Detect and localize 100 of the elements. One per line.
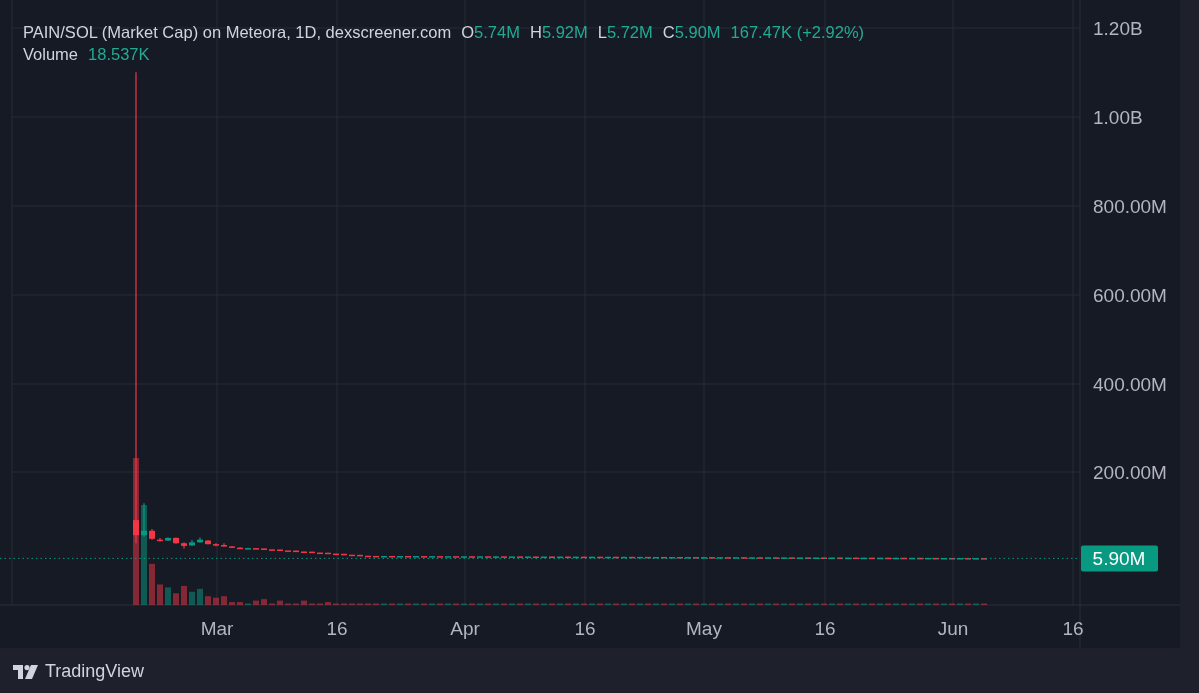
candlestick (429, 555, 435, 558)
candlestick (373, 555, 379, 558)
price-axis-label: 400.00M (1093, 374, 1167, 395)
candlestick (645, 556, 651, 559)
candlestick (741, 556, 747, 559)
time-axis-label: Apr (450, 618, 480, 639)
candlestick (845, 557, 851, 560)
candlestick (789, 556, 795, 559)
volume-bar (197, 588, 203, 605)
price-axis-label: 1.00B (1093, 107, 1143, 128)
time-axis-label: May (686, 618, 722, 639)
candlestick (637, 556, 643, 559)
time-axis-label: 16 (814, 618, 836, 639)
candlestick (701, 556, 707, 559)
candlestick (917, 557, 923, 560)
candlestick (957, 557, 963, 560)
candlestick (469, 555, 475, 558)
volume-bar (189, 591, 195, 605)
price-change: 167.47K (+2.92%) (730, 23, 865, 42)
candlestick (605, 556, 611, 559)
candlestick (573, 556, 579, 559)
candlestick (285, 549, 291, 552)
price-axis-label: 600.00M (1093, 285, 1167, 306)
candlestick (381, 555, 387, 558)
candlestick (213, 542, 219, 547)
volume-bar (253, 600, 259, 605)
candlestick (621, 556, 627, 559)
ohlc-value: 5.72M (606, 23, 653, 42)
candlestick (389, 555, 395, 558)
candlestick (165, 536, 171, 542)
candlestick (589, 556, 595, 559)
candlestick (693, 556, 699, 559)
candlestick (973, 557, 979, 560)
ohlc-value: 5.74M (474, 23, 520, 42)
candlestick (709, 556, 715, 559)
candlestick (981, 557, 987, 560)
volume-bar (205, 596, 211, 605)
candlestick (445, 555, 451, 558)
volume-label: Volume (23, 45, 79, 64)
candlestick (885, 557, 891, 560)
candlestick (237, 546, 243, 550)
price-axis-label: 1.20B (1093, 18, 1143, 39)
candlestick (309, 551, 315, 554)
chart-title: PAIN/SOL (Market Cap) on Meteora, 1D, dexscreener.com (23, 23, 452, 42)
candlestick (557, 556, 563, 559)
candlestick (685, 556, 691, 559)
volume-bar (213, 597, 219, 605)
candlestick (837, 557, 843, 560)
candlestick (485, 555, 491, 558)
candlestick (437, 555, 443, 558)
candlestick (893, 557, 899, 560)
candlestick (181, 541, 187, 550)
candlestick (261, 547, 267, 550)
price-axis-label: 200.00M (1093, 462, 1167, 483)
candlestick (413, 555, 419, 558)
volume-bar (229, 602, 235, 605)
volume-bar (277, 600, 283, 605)
candlestick (341, 553, 347, 556)
candlestick (293, 550, 299, 553)
ohlc-label: L (597, 23, 607, 42)
time-axis-label: 16 (574, 618, 596, 639)
candlestick (533, 555, 539, 558)
candlestick (221, 542, 227, 548)
candlestick (669, 556, 675, 559)
ohlc-label: H (529, 23, 542, 42)
candlestick (453, 555, 459, 558)
candlestick (173, 536, 179, 545)
candlestick (597, 556, 603, 559)
ohlc-value: 5.90M (674, 23, 721, 42)
candlestick (549, 555, 555, 559)
candlestick (965, 557, 971, 560)
volume-bar (165, 587, 171, 605)
candlestick (765, 556, 771, 559)
candlestick (205, 539, 211, 546)
candlestick (141, 502, 147, 538)
candlestick (829, 557, 835, 560)
candlestick (725, 556, 731, 559)
candlestick (525, 555, 531, 558)
candlestick (357, 554, 363, 557)
volume-bar (237, 602, 243, 605)
time-axis-label: Jun (937, 618, 969, 639)
candlestick (317, 551, 323, 555)
time-axis-label: Mar (200, 618, 234, 639)
candlestick (421, 555, 427, 558)
candlestick (781, 556, 787, 559)
candlestick (245, 547, 251, 550)
candlestick (821, 556, 827, 559)
candlestick (853, 557, 859, 560)
candlestick (325, 552, 331, 555)
candlestick (157, 537, 163, 543)
candlestick (149, 528, 155, 541)
candlestick (301, 550, 307, 553)
candlestick (365, 555, 371, 558)
candlestick (277, 548, 283, 552)
candlestick (733, 556, 739, 559)
candlestick (613, 556, 619, 559)
brand-name: TradingView (45, 661, 145, 682)
volume-bar (301, 600, 307, 605)
candlestick (509, 555, 515, 558)
volume-bar (157, 584, 163, 605)
